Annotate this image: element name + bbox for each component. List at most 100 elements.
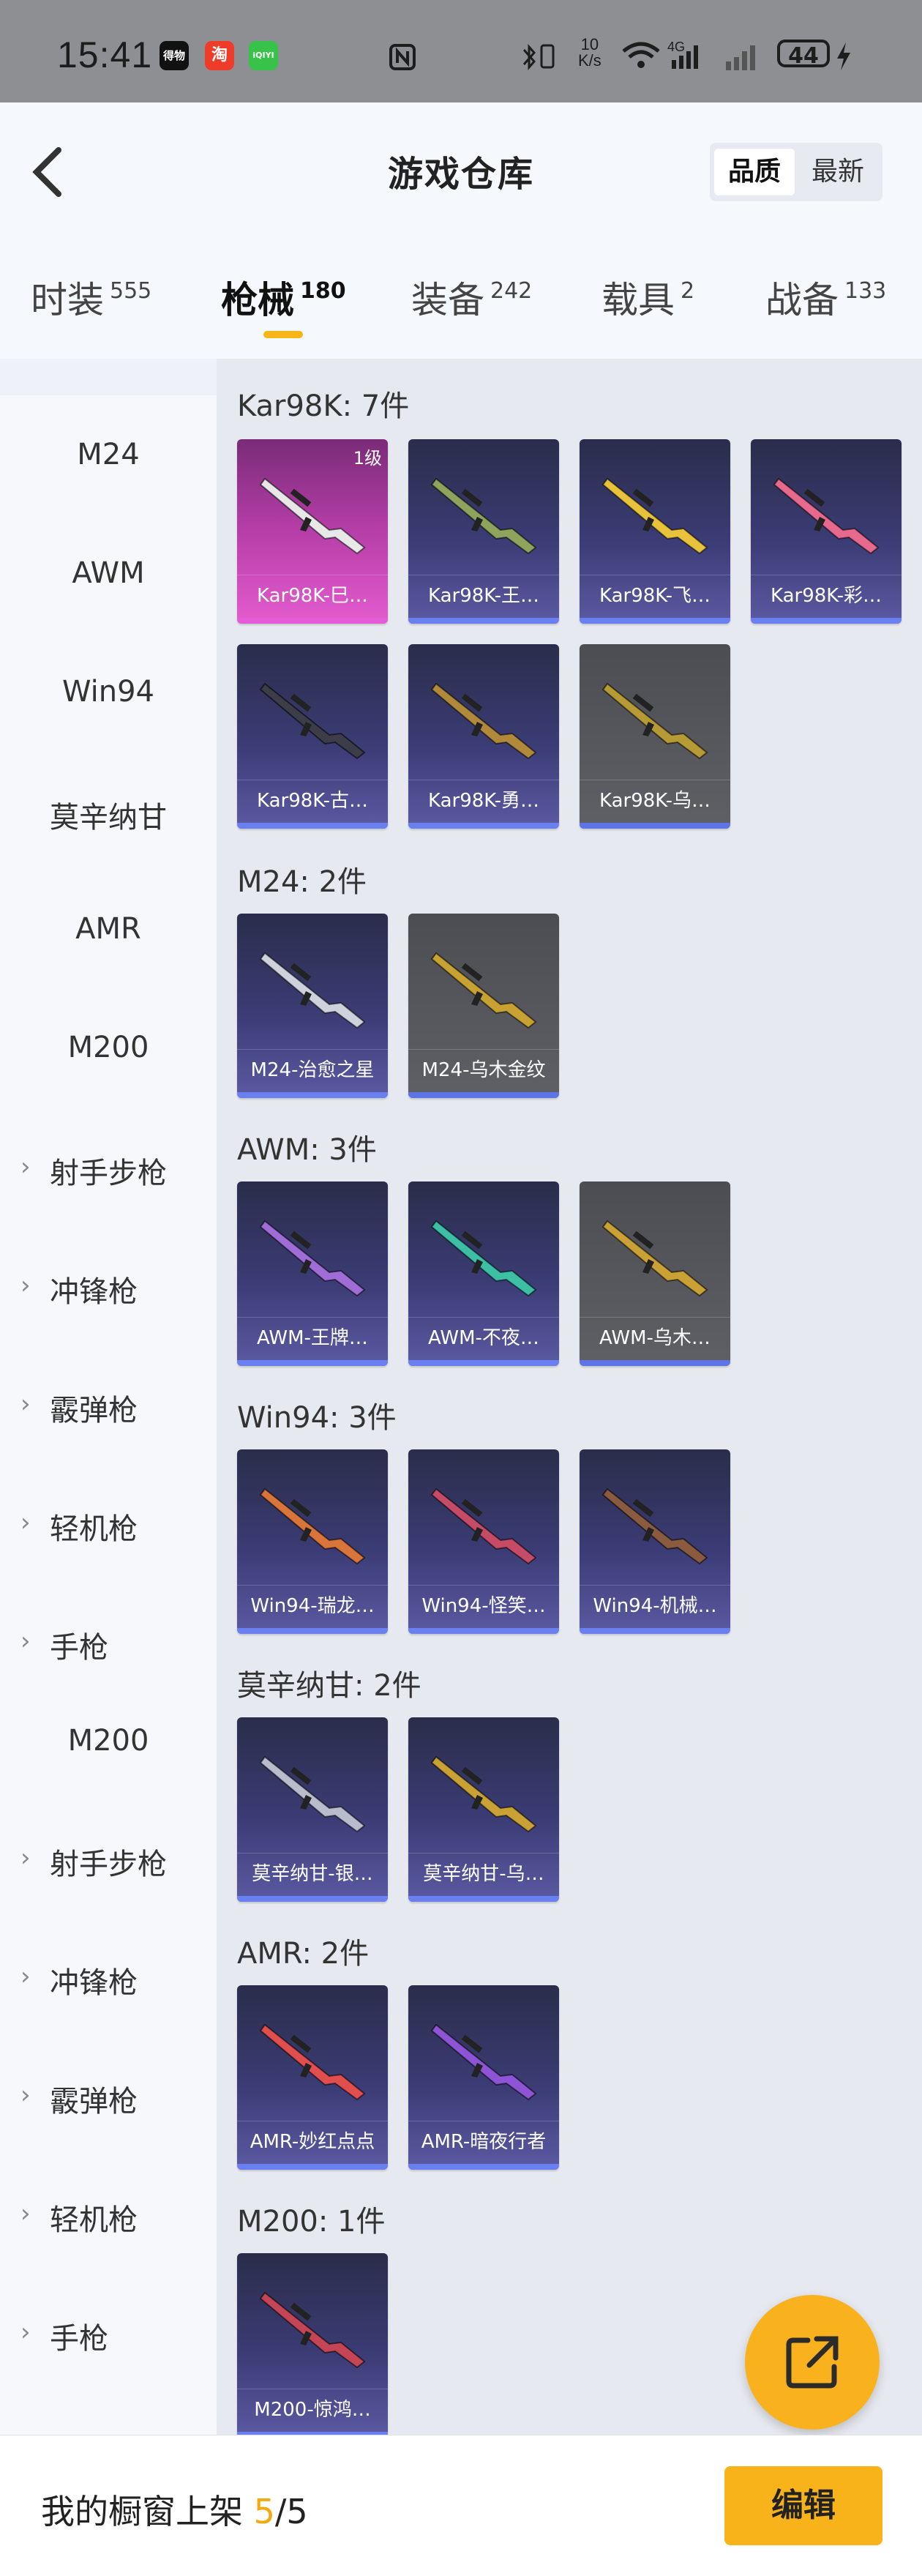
taobao-app-icon: 淘: [205, 41, 234, 70]
weapon-card[interactable]: Kar98K-彩…: [751, 439, 902, 624]
sidebar-item-label: 手枪: [50, 1631, 108, 1665]
weapon-card[interactable]: 1级 Kar98K-巳…: [237, 439, 388, 624]
sidebar-item-label: 莫辛纳甘: [50, 801, 167, 835]
rarity-bar: [751, 618, 902, 624]
rifle-icon: [430, 1755, 537, 1833]
weapon-card-label: Kar98K-飞…: [580, 575, 730, 616]
rifle-icon: [430, 2023, 537, 2101]
chevron-right-icon: ›: [20, 2199, 31, 2228]
tab-firearms[interactable]: 枪械 180: [221, 271, 346, 324]
weapon-card[interactable]: Kar98K-勇…: [408, 644, 559, 829]
weapon-card[interactable]: Win94-怪笑…: [408, 1449, 559, 1634]
rarity-bar: [237, 618, 388, 624]
signal-icon: [726, 45, 755, 70]
active-tab-indicator: [263, 331, 303, 338]
weapon-card-label: Win94-机械…: [580, 1585, 730, 1627]
weapon-card[interactable]: AWM-王牌…: [237, 1181, 388, 1366]
bluetooth-vibrate-icon: [522, 44, 555, 70]
rifle-icon: [259, 952, 366, 1029]
weapon-card[interactable]: Kar98K-乌…: [580, 644, 730, 829]
sidebar-item[interactable]: › 霰弹枪: [0, 2077, 217, 2120]
sidebar-item[interactable]: 莫辛纳甘: [0, 794, 217, 836]
wifi-icon: [622, 42, 660, 68]
sidebar-item-label: AWM: [72, 556, 145, 590]
sidebar-item[interactable]: › 手枪: [0, 2315, 217, 2357]
rifle-icon: [601, 682, 708, 760]
weapon-card[interactable]: Kar98K-古…: [237, 644, 388, 829]
section-title: AMR: 2件: [237, 1937, 370, 1971]
weapon-card-label: M24-乌木金纹: [408, 1049, 559, 1091]
sidebar-item-label: 射手步枪: [50, 1848, 167, 1881]
showcase-bar: 我的橱窗上架 5/5 编辑: [0, 2435, 922, 2576]
chevron-right-icon: ›: [20, 1962, 31, 1991]
sidebar-item[interactable]: › 霰弹枪: [0, 1386, 217, 1429]
sidebar-item[interactable]: Win94: [0, 675, 217, 709]
rifle-icon: [601, 1487, 708, 1565]
rifle-icon: [259, 682, 366, 760]
weapon-card[interactable]: 莫辛纳甘-乌…: [408, 1717, 559, 1902]
section-title: Kar98K: 7件: [237, 389, 410, 423]
status-time: 15:41: [57, 34, 153, 75]
weapon-card[interactable]: AMR-妙红点点: [237, 1985, 388, 2170]
weapon-card[interactable]: M24-乌木金纹: [408, 914, 559, 1098]
weapon-card[interactable]: M24-治愈之星: [237, 914, 388, 1098]
battery-indicator: 44: [777, 40, 830, 69]
sidebar-item[interactable]: › 冲锋枪: [0, 1268, 217, 1310]
weapon-card-label: Win94-怪笑…: [408, 1585, 559, 1627]
sidebar-item-label: 手枪: [50, 2322, 108, 2356]
weapon-card-label: AWM-乌木…: [580, 1317, 730, 1359]
weapon-card[interactable]: 莫辛纳甘-银…: [237, 1717, 388, 1902]
rifle-icon: [430, 682, 537, 760]
rifle-icon: [430, 477, 537, 555]
rarity-bar: [580, 618, 730, 624]
sidebar-item[interactable]: › 轻机枪: [0, 1505, 217, 1548]
sidebar-item[interactable]: AWM: [0, 556, 217, 590]
tab-equipment[interactable]: 装备 242: [411, 271, 532, 324]
showcase-status: 我的橱窗上架 5/5: [41, 2492, 308, 2531]
weapon-card[interactable]: AWM-不夜…: [408, 1181, 559, 1366]
tab-supplies[interactable]: 战备 133: [765, 271, 886, 324]
edit-button[interactable]: 编辑: [724, 2466, 882, 2545]
weapon-card-label: Kar98K-王…: [408, 575, 559, 616]
section-title: Win94: 3件: [237, 1401, 397, 1435]
sidebar-item[interactable]: › 轻机枪: [0, 2196, 217, 2239]
weapon-card[interactable]: AWM-乌木…: [580, 1181, 730, 1366]
weapon-card[interactable]: Win94-瑞龙…: [237, 1449, 388, 1634]
tab-vehicles[interactable]: 载具 2: [601, 271, 694, 324]
weapon-card-label: Win94-瑞龙…: [237, 1585, 388, 1627]
iqiyi-app-icon: iQIYI: [249, 41, 278, 70]
share-floating-button[interactable]: [745, 2295, 880, 2430]
sidebar-item[interactable]: M200: [0, 1031, 217, 1064]
rarity-bar: [408, 1092, 559, 1098]
weapon-card-label: AMR-暗夜行者: [408, 2121, 559, 2162]
chevron-right-icon: ›: [20, 1389, 31, 1419]
sidebar-item[interactable]: M24: [0, 438, 217, 471]
sort-quality-button[interactable]: 品质: [714, 149, 795, 195]
rifle-icon: [430, 1220, 537, 1297]
weapon-card-label: Kar98K-古…: [237, 780, 388, 821]
sidebar-item[interactable]: › 射手步枪: [0, 1840, 217, 1883]
sidebar-item[interactable]: › 手枪: [0, 1624, 217, 1666]
weapon-card[interactable]: Win94-机械…: [580, 1449, 730, 1634]
chevron-right-icon: ›: [20, 1843, 31, 1873]
weapon-card-label: M200-惊鸿…: [237, 2389, 388, 2430]
weapon-card-label: 莫辛纳甘-乌…: [408, 1853, 559, 1894]
status-bar: 15:41 得物 淘 iQIYI 10 K/s 4G 44: [0, 0, 922, 102]
sort-latest-button[interactable]: 最新: [798, 149, 878, 195]
sidebar-item[interactable]: AMR: [0, 912, 217, 946]
sidebar-item[interactable]: M200: [0, 1724, 217, 1758]
weapon-card-label: Kar98K-乌…: [580, 780, 730, 821]
rifle-icon: [259, 1487, 366, 1565]
weapon-card[interactable]: Kar98K-王…: [408, 439, 559, 624]
weapon-card[interactable]: AMR-暗夜行者: [408, 1985, 559, 2170]
tab-fashion[interactable]: 时装 555: [31, 271, 151, 324]
rifle-icon: [259, 2291, 366, 2369]
weapon-card[interactable]: M200-惊鸿…: [237, 2253, 388, 2438]
rifle-icon: [601, 1220, 708, 1297]
sidebar-item[interactable]: › 冲锋枪: [0, 1959, 217, 2001]
sidebar-item[interactable]: › 射手步枪: [0, 1149, 217, 1192]
sidebar-item-label: 射手步枪: [50, 1157, 167, 1190]
rarity-bar: [237, 823, 388, 829]
signal-4g-icon: 4G: [667, 40, 698, 69]
weapon-card[interactable]: Kar98K-飞…: [580, 439, 730, 624]
